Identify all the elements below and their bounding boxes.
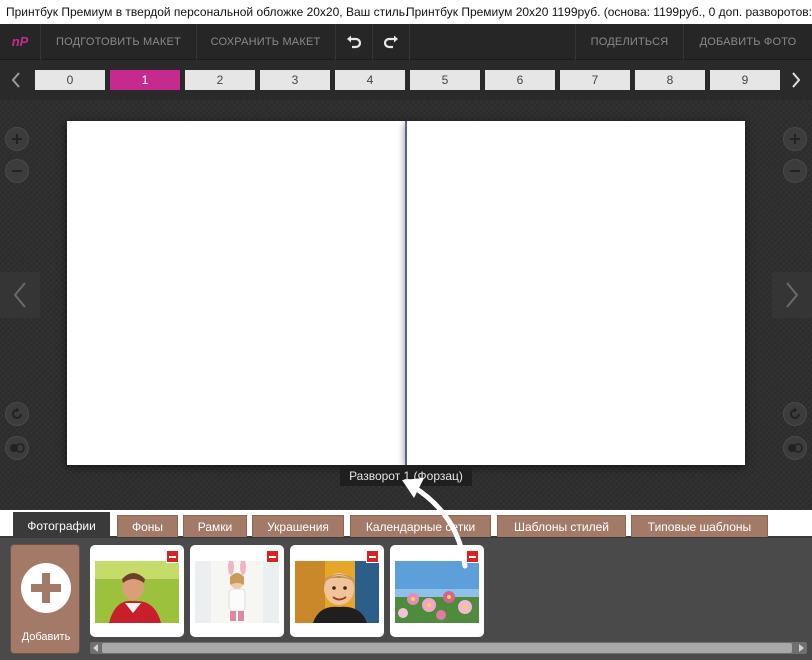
photo-boy-backpack: [295, 561, 379, 623]
add-plus-icon: [21, 563, 71, 613]
spread-tab-4[interactable]: 4: [335, 70, 405, 90]
plus-icon: [12, 134, 22, 144]
next-spread-button[interactable]: [772, 272, 812, 318]
tab-decorations[interactable]: Украшения: [252, 515, 344, 537]
previous-spread-button[interactable]: [0, 272, 40, 318]
tab-backgrounds[interactable]: Фоны: [117, 515, 178, 537]
add-photos-button[interactable]: Добавить: [10, 544, 80, 654]
delete-photo-button[interactable]: [266, 550, 279, 563]
chevron-right-icon: [786, 282, 799, 308]
tab-style-templates[interactable]: Шаблоны стилей: [497, 515, 626, 537]
photo-thumbnail[interactable]: [390, 545, 484, 637]
spread-tab-6[interactable]: 6: [485, 70, 555, 90]
photo-thumbnail[interactable]: [90, 545, 184, 637]
minus-icon: [790, 170, 800, 172]
spread-tab-3[interactable]: 3: [260, 70, 330, 90]
scrollbar-thumb[interactable]: [102, 643, 792, 653]
spreads-prev-button[interactable]: [6, 68, 26, 92]
share-button[interactable]: ПОДЕЛИТЬСЯ: [576, 24, 683, 60]
app-logo: nP: [11, 34, 29, 49]
scroll-left-icon[interactable]: [91, 643, 101, 653]
spreads-next-button[interactable]: [786, 68, 806, 92]
rotate-icon: [790, 407, 800, 419]
add-photo-button[interactable]: ДОБАВИТЬ ФОТО: [684, 24, 812, 60]
main-toolbar: nP ПОДГОТОВИТЬ МАКЕТ СОХРАНИТЬ МАКЕТ ПОД…: [0, 24, 812, 60]
spread-tab-8[interactable]: 8: [635, 70, 705, 90]
spread-tab-0[interactable]: 0: [35, 70, 105, 90]
add-photos-label: Добавить: [21, 631, 71, 643]
prepare-layout-button[interactable]: ПОДГОТОВИТЬ МАКЕТ: [41, 24, 196, 60]
spread-tab-7[interactable]: 7: [560, 70, 630, 90]
rotate-left-button[interactable]: [5, 402, 29, 426]
photo-man-outdoors: [95, 561, 179, 623]
photo-library: Добавить: [0, 538, 812, 660]
delete-photo-button[interactable]: [366, 550, 379, 563]
rotate-icon: [12, 407, 22, 419]
undo-button[interactable]: [336, 24, 372, 60]
minus-icon: [12, 170, 22, 172]
swap-right-button[interactable]: [783, 436, 807, 460]
right-page[interactable]: [406, 121, 745, 465]
spread-navigation: 0123456789: [0, 60, 812, 100]
chevron-left-icon: [13, 282, 26, 308]
spread-tab-2[interactable]: 2: [185, 70, 255, 90]
photo-pink-flowers: [395, 561, 479, 623]
spread-label: Разворот 1 (Форзац): [340, 466, 472, 486]
left-page[interactable]: [67, 121, 406, 465]
photo-thumbnail[interactable]: [290, 545, 384, 637]
spread-tab-5[interactable]: 5: [410, 70, 480, 90]
spread-spine: [405, 121, 407, 465]
chevron-left-icon: [11, 72, 20, 88]
swap-left-button[interactable]: [5, 436, 29, 460]
undo-icon: [347, 35, 362, 49]
redo-button[interactable]: [373, 24, 409, 60]
delete-photo-button[interactable]: [466, 550, 479, 563]
zoom-in-right-button[interactable]: [783, 127, 807, 151]
editor-workspace: Разворот 1 (Форзац): [0, 100, 812, 510]
redo-icon: [383, 35, 398, 49]
photo-scrollbar[interactable]: [90, 642, 807, 654]
tab-standard-templates[interactable]: Типовые шаблоны: [631, 515, 768, 537]
plus-icon: [790, 134, 800, 144]
spread-tab-1[interactable]: 1: [110, 70, 180, 90]
toolbar-divider: [409, 24, 410, 60]
tab-frames[interactable]: Рамки: [183, 515, 247, 537]
chevron-right-icon: [792, 72, 801, 88]
zoom-out-left-button[interactable]: [5, 159, 29, 183]
tab-calendar-grids[interactable]: Календарные сетки: [350, 515, 491, 537]
photo-girl-bunny-ears: [195, 561, 279, 623]
rotate-right-button[interactable]: [783, 402, 807, 426]
swap-icon: [10, 443, 25, 453]
photo-thumbnail[interactable]: [190, 545, 284, 637]
product-info-bar: Принтбук Премиум в твердой персональной …: [0, 0, 812, 24]
zoom-in-left-button[interactable]: [5, 127, 29, 151]
asset-panel-tabs: Фотографии Фоны Рамки Украшения Календарные …: [0, 510, 812, 538]
tab-photos[interactable]: Фотографии: [13, 512, 110, 538]
save-layout-button[interactable]: СОХРАНИТЬ МАКЕТ: [197, 24, 334, 60]
swap-icon: [788, 443, 803, 453]
zoom-out-right-button[interactable]: [783, 159, 807, 183]
price-summary: Принтбук Премиум 20х20 1199руб. (основа:…: [406, 5, 812, 19]
spread-tab-9[interactable]: 9: [710, 70, 780, 90]
delete-photo-button[interactable]: [166, 550, 179, 563]
scroll-right-icon[interactable]: [796, 643, 806, 653]
product-title: Принтбук Премиум в твердой персональной …: [6, 5, 409, 19]
